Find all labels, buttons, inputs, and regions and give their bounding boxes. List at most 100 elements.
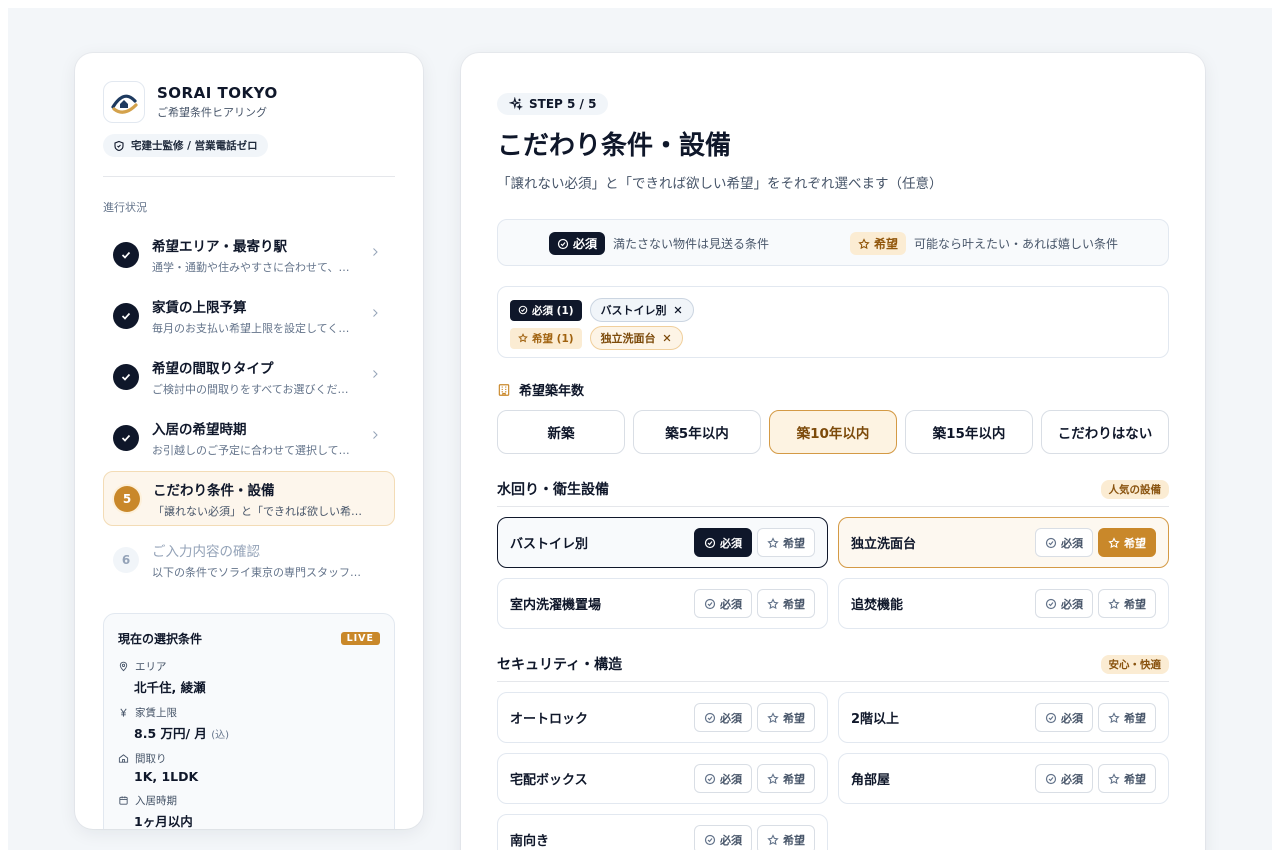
step-description: 「譲れない必須」と「できれば欲しい希望」… [153, 504, 363, 518]
must-toggle-button[interactable]: 必須 [694, 589, 752, 618]
equipment-name: 角部屋 [851, 773, 891, 788]
live-badge: LIVE [340, 632, 380, 645]
sidebar-step-6[interactable]: 6 ご入力内容の確認 以下の条件でソライ東京の専門スタッフへ相… [103, 532, 395, 587]
live-summary-row: 間取り 1K, 1LDK [118, 751, 380, 784]
must-toggle-button[interactable]: 必須 [1035, 589, 1093, 618]
check-icon [113, 363, 139, 390]
live-row-value: 8.5 万円/ 月 [134, 726, 207, 741]
building-age-option[interactable]: 築15年以内 [905, 410, 1033, 454]
calendar-icon [118, 795, 129, 806]
group-tag: 安心・快適 [1100, 654, 1169, 674]
check-circle-icon [704, 773, 716, 785]
check-icon [113, 241, 139, 268]
live-summary-title: 現在の選択条件 [118, 632, 203, 646]
chevron-right-icon [369, 246, 381, 258]
must-toggle-button[interactable]: 必須 [694, 825, 752, 850]
step-title: 希望の間取りタイプ [152, 360, 274, 377]
building-age-option[interactable]: こだわりはない [1041, 410, 1169, 454]
live-row-label: 入居時期 [135, 795, 177, 807]
equipment-card: バストイレ別 必須 希望 [497, 517, 828, 568]
page-title: こだわり条件・設備 [497, 131, 732, 161]
step-title: こだわり条件・設備 [153, 482, 275, 499]
must-toggle-button[interactable]: 必須 [1035, 764, 1093, 793]
brand-subtitle: ご希望条件ヒアリング [157, 106, 267, 119]
legend-want: 希望 可能なら叶えたい・あれば嬉しい条件 [850, 232, 1118, 255]
chevron-right-icon [369, 368, 381, 380]
building-age-option[interactable]: 新築 [497, 410, 625, 454]
must-toggle-button[interactable]: 必須 [1035, 703, 1093, 732]
want-toggle-button[interactable]: 希望 [757, 528, 815, 557]
sparkles-icon [509, 97, 523, 111]
step-title: ご入力内容の確認 [152, 543, 260, 560]
equipment-card: 角部屋 必須 希望 [838, 753, 1169, 804]
must-toggle-button[interactable]: 必須 [694, 703, 752, 732]
live-summary-row: エリア 北千住, 綾瀬 [118, 659, 380, 696]
step-description: ご検討中の間取りをすべてお選びくだ… [152, 382, 349, 396]
want-toggle-button[interactable]: 希望 [757, 825, 815, 850]
equipment-card: 室内洗濯機置場 必須 希望 [497, 578, 828, 629]
equipment-name: 南向き [510, 834, 550, 849]
close-icon[interactable] [673, 305, 683, 315]
sidebar-step-4[interactable]: 入居の希望時期 お引越しのご予定に合わせて選択して… [103, 410, 395, 465]
building-age-option[interactable]: 築5年以内 [633, 410, 761, 454]
live-row-value: 北千住, 綾瀬 [134, 680, 206, 695]
building-icon [497, 383, 511, 397]
legend: 必須 満たさない物件は見送る条件 希望 可能なら叶えたい・あれば嬉しい条件 [497, 219, 1169, 266]
must-toggle-button[interactable]: 必須 [694, 764, 752, 793]
check-circle-icon [704, 598, 716, 610]
sidebar-step-2[interactable]: 家賃の上限予算 毎月のお支払い希望上限を設定してく… [103, 288, 395, 343]
selected-must-chip[interactable]: バストイレ別 [589, 298, 694, 322]
certification-text: 宅建士監修 / 営業電話ゼロ [131, 140, 258, 152]
equipment-card: 南向き 必須 希望 [497, 814, 828, 850]
equipment-card: 宅配ボックス 必須 希望 [497, 753, 828, 804]
sidebar-step-5[interactable]: 5 こだわり条件・設備 「譲れない必須」と「できれば欲しい希望」… [103, 471, 395, 526]
equipment-card: 独立洗面台 必須 希望 [838, 517, 1169, 568]
step-title: 入居の希望時期 [152, 421, 247, 438]
building-age-label: 希望築年数 [497, 380, 1169, 399]
must-toggle-button[interactable]: 必須 [694, 528, 752, 557]
live-row-label: エリア [135, 661, 167, 673]
home-icon [118, 753, 129, 764]
want-toggle-button[interactable]: 希望 [1098, 703, 1156, 732]
chevron-right-icon [369, 307, 381, 319]
progress-steps: 希望エリア・最寄り駅 通学・通勤や住みやすさに合わせて、… 家賃の上限予算 毎月… [103, 227, 395, 587]
legend-must: 必須 満たさない物件は見送る条件 [549, 232, 769, 255]
sidebar-step-1[interactable]: 希望エリア・最寄り駅 通学・通勤や住みやすさに合わせて、… [103, 227, 395, 282]
star-icon [767, 772, 779, 785]
want-toggle-button[interactable]: 希望 [1098, 528, 1156, 557]
equipment-name: 室内洗濯機置場 [510, 598, 602, 613]
live-summary: 現在の選択条件 LIVE エリア 北千住, 綾瀬 家賃上限 8.5 万円/ 月 (… [103, 613, 395, 829]
star-icon [858, 237, 870, 250]
certification-badge: 宅建士監修 / 営業電話ゼロ [103, 134, 268, 157]
equipment-group: セキュリティ・構造 安心・快適 オートロック 必須 希望 2階以上 必須 希望 … [497, 654, 1169, 850]
live-row-label: 家賃上限 [135, 707, 177, 719]
check-circle-icon [1045, 598, 1057, 610]
star-icon [767, 597, 779, 610]
group-title: セキュリティ・構造 [497, 657, 623, 673]
check-circle-icon [1045, 773, 1057, 785]
want-toggle-button[interactable]: 希望 [1098, 589, 1156, 618]
must-toggle-button[interactable]: 必須 [1035, 528, 1093, 557]
want-toggle-button[interactable]: 希望 [757, 764, 815, 793]
close-icon[interactable] [662, 333, 672, 343]
check-circle-icon [1045, 537, 1057, 549]
equipment-name: オートロック [510, 712, 589, 727]
live-row-label: 間取り [135, 753, 167, 765]
app-canvas: SORAI TOKYO ご希望条件ヒアリング 宅建士監修 / 営業電話ゼロ 進行… [8, 8, 1272, 850]
building-age-option[interactable]: 築10年以内 [769, 410, 897, 454]
live-row-value: 1K, 1LDK [134, 769, 199, 784]
want-toggle-button[interactable]: 希望 [1098, 764, 1156, 793]
equipment-name: 独立洗面台 [851, 537, 917, 552]
step-indicator: STEP 5 / 5 [497, 93, 609, 115]
check-icon [113, 302, 139, 329]
brand-logo-icon [103, 81, 145, 123]
sidebar-step-3[interactable]: 希望の間取りタイプ ご検討中の間取りをすべてお選びくだ… [103, 349, 395, 404]
want-toggle-button[interactable]: 希望 [757, 589, 815, 618]
group-tag: 人気の設備 [1100, 479, 1169, 499]
want-toggle-button[interactable]: 希望 [757, 703, 815, 732]
yen-icon [118, 707, 129, 718]
equipment-name: 追焚機能 [851, 598, 904, 613]
equipment-name: バストイレ別 [510, 537, 589, 552]
selected-want-chip[interactable]: 独立洗面台 [589, 326, 683, 350]
building-age-options: 新築 築5年以内 築10年以内 築15年以内 こだわりはない [497, 410, 1169, 454]
